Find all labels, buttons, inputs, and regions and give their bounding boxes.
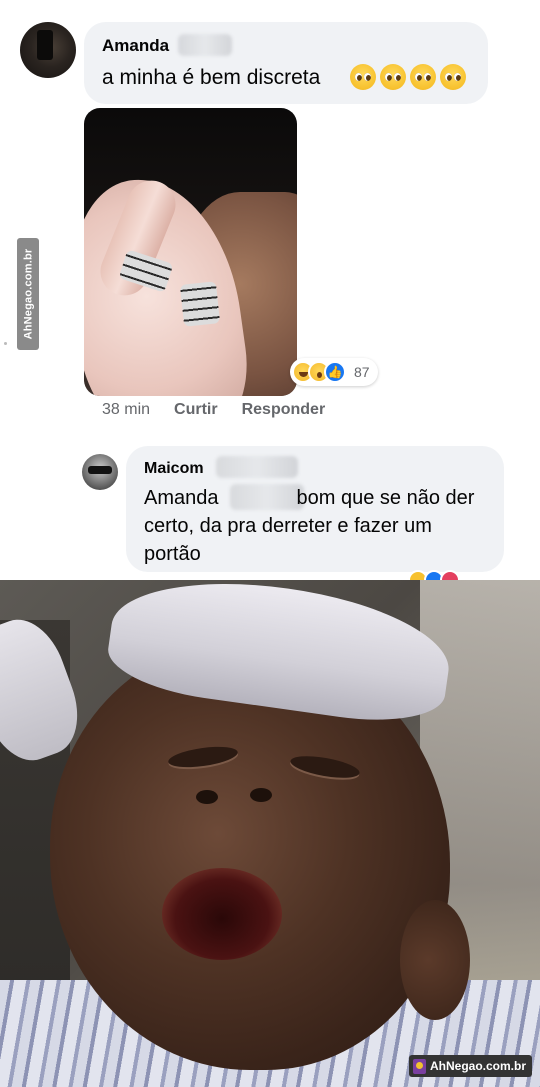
ear [400, 900, 470, 1020]
open-mouth [162, 868, 282, 960]
comment-author-maicom[interactable]: Maicom [144, 460, 204, 478]
reply-reactions-peek [408, 570, 478, 580]
pleading-emojis [350, 64, 466, 90]
decorative-dot [4, 342, 7, 345]
side-watermark-text: AhNegao.com.br [22, 248, 34, 340]
comment-time[interactable]: 38 min [102, 401, 150, 419]
like-icon: 👍 [324, 361, 346, 383]
comment-text-amanda: a minha é bem discreta [102, 66, 321, 89]
ring [179, 281, 221, 327]
reaction-count: 87 [354, 364, 370, 380]
side-watermark: AhNegao.com.br [17, 238, 39, 350]
eye [288, 752, 362, 782]
blurred-surname [178, 34, 232, 56]
comment-bubble-maicom: Maicom Amanda bom que se não der certo, d… [126, 446, 504, 572]
nostril [196, 790, 218, 804]
maicom-avatar[interactable] [82, 454, 118, 490]
eye [167, 743, 239, 771]
comment-actions: 38 min Curtir Responder [102, 401, 325, 419]
mention-amanda[interactable]: Amanda [144, 487, 219, 509]
laughing-reaction-photo: AhNegao.com.br [0, 580, 540, 1087]
pleading-face-icon [440, 64, 466, 90]
corner-watermark: AhNegao.com.br [408, 1055, 532, 1077]
pleading-face-icon [350, 64, 376, 90]
comment-author-amanda[interactable]: Amanda [102, 36, 169, 56]
reply-button[interactable]: Responder [242, 401, 326, 419]
blurred-surname [216, 456, 298, 478]
facebook-comment-screenshot: AhNegao.com.br Amanda a minha é bem disc… [0, 0, 540, 580]
reactions-summary[interactable]: 👍 87 [290, 358, 378, 386]
comment-bubble-amanda: Amanda a minha é bem discreta [84, 22, 488, 104]
nostril [250, 788, 272, 802]
comment-text-maicom: Amanda bom que se não der certo, da pra d… [144, 484, 494, 568]
corner-watermark-text: AhNegao.com.br [429, 1059, 526, 1073]
amanda-avatar[interactable] [20, 22, 76, 78]
ahnegao-logo-icon [412, 1058, 426, 1074]
hands-with-rings-photo[interactable] [84, 108, 297, 396]
pleading-face-icon [380, 64, 406, 90]
pleading-face-icon [410, 64, 436, 90]
like-button[interactable]: Curtir [174, 401, 218, 419]
